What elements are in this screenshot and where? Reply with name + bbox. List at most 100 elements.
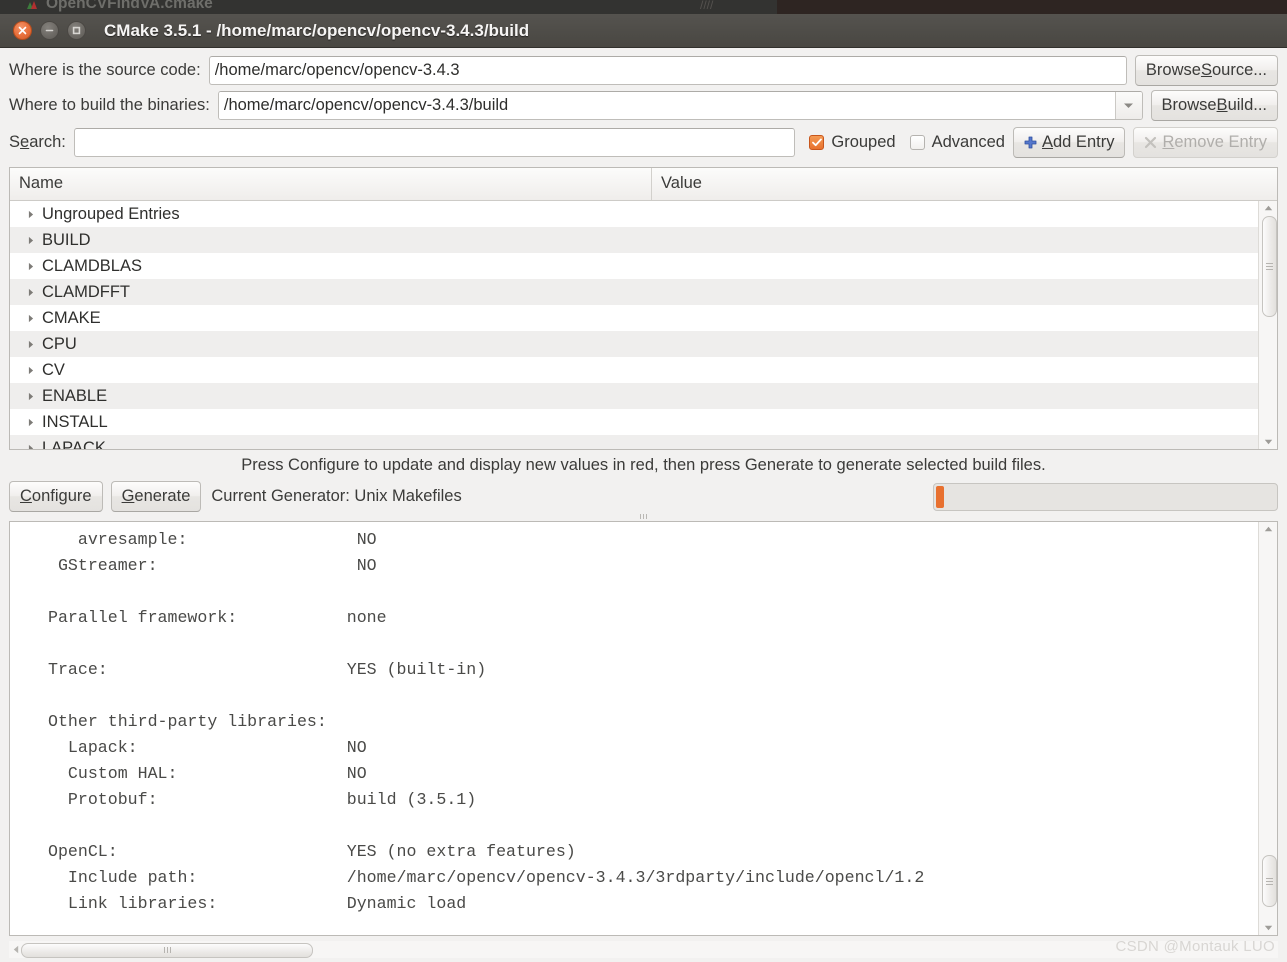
progress-bar-fill <box>936 485 944 508</box>
table-row[interactable]: CLAMDBLAS <box>10 253 1277 279</box>
generate-label: enerate <box>134 487 191 505</box>
remove-entry-mnemonic: R <box>1162 132 1175 151</box>
remove-entry-button[interactable]: Remove Entry <box>1133 126 1278 158</box>
background-window-title: OpenCVFindVA.cmake <box>46 0 213 12</box>
chevron-down-icon[interactable] <box>1114 92 1142 119</box>
grip-dots-icon <box>640 514 647 519</box>
table-row[interactable]: BUILD <box>10 227 1277 253</box>
log-vertical-scrollbar[interactable] <box>1258 522 1277 935</box>
expand-triangle-icon[interactable] <box>28 418 34 427</box>
background-window-right-panel <box>777 0 1287 14</box>
configure-mnemonic: C <box>20 487 32 505</box>
scroll-down-icon[interactable] <box>1259 435 1277 449</box>
scroll-up-icon[interactable] <box>1259 201 1277 215</box>
advanced-checkbox[interactable]: Advanced <box>909 132 1005 152</box>
log-scroll-down-icon[interactable] <box>1259 921 1277 935</box>
search-row: Search: Grouped Advanced A dd Entry R em… <box>9 125 1278 159</box>
watermark-text: CSDN @Montauk LUO <box>1115 938 1275 955</box>
table-body[interactable]: Ungrouped Entries BUILD CLAMDBLAS CLAMDFFT C… <box>10 201 1277 449</box>
table-row-name: ENABLE <box>42 386 108 405</box>
table-row-name: LAPACK <box>42 438 106 450</box>
column-header-name[interactable]: Name <box>10 168 652 200</box>
status-bar: CSDN @Montauk LUO <box>0 936 1287 962</box>
build-label: Where to build the binaries: <box>9 96 210 114</box>
table-row[interactable]: CV <box>10 357 1277 383</box>
close-icon[interactable] <box>13 21 32 40</box>
table-row[interactable]: CPU <box>10 331 1277 357</box>
x-icon <box>1144 136 1157 149</box>
search-label: Search: <box>9 132 66 151</box>
browse-source-label-post: ource... <box>1211 61 1267 79</box>
table-header: Name Value <box>10 168 1277 201</box>
expand-triangle-icon[interactable] <box>28 340 34 349</box>
output-log-text[interactable]: avresample: NO GStreamer: NO Parallel fr… <box>10 522 1257 935</box>
table-row-name: CLAMDBLAS <box>42 256 142 275</box>
generate-mnemonic: G <box>121 487 135 505</box>
tree-vertical-scrollbar[interactable] <box>1258 201 1277 449</box>
expand-triangle-icon[interactable] <box>28 366 34 375</box>
splitter-handle[interactable] <box>0 512 1287 521</box>
table-row[interactable]: Ungrouped Entries <box>10 201 1277 227</box>
remove-entry-label-post: emove Entry <box>1174 132 1267 151</box>
action-row: Configure Generate Current Generator: Un… <box>0 475 1287 512</box>
browse-build-button[interactable]: Browse Build... <box>1150 90 1278 121</box>
tree-scroll-thumb[interactable] <box>1262 216 1277 317</box>
cmake-main-window: CMake 3.5.1 - /home/marc/opencv/opencv-3… <box>0 14 1287 962</box>
window-titlebar: CMake 3.5.1 - /home/marc/opencv/opencv-3… <box>0 14 1287 48</box>
opencv-logo-icon <box>24 0 40 11</box>
browse-build-label-post: uild... <box>1227 96 1267 114</box>
expand-triangle-icon[interactable] <box>28 444 34 449</box>
add-entry-mnemonic: A <box>1041 132 1053 151</box>
browse-source-label-pre: Browse <box>1145 61 1201 79</box>
table-row-name: Ungrouped Entries <box>42 204 180 223</box>
build-path-input[interactable] <box>218 92 1115 119</box>
hscroll-thumb[interactable] <box>21 942 313 958</box>
add-entry-button[interactable]: Add Entry <box>1012 126 1126 158</box>
progress-bar <box>933 482 1278 511</box>
cache-variable-table: Name Value Ungrouped Entries BUILD CLAMDBL… <box>9 167 1278 450</box>
plus-icon <box>1024 136 1037 149</box>
path-form-area: Where is the source code: Browse Source.… <box>0 48 1287 163</box>
expand-triangle-icon[interactable] <box>28 262 34 271</box>
expand-triangle-icon[interactable] <box>28 314 34 323</box>
table-row[interactable]: ENABLE <box>10 383 1277 409</box>
column-header-value[interactable]: Value <box>652 168 1277 200</box>
advanced-label: Advanced <box>931 132 1005 151</box>
expand-triangle-icon[interactable] <box>28 392 34 401</box>
table-row-name: CPU <box>42 334 77 353</box>
maximize-icon[interactable] <box>67 21 86 40</box>
build-path-combobox[interactable] <box>217 91 1143 120</box>
grip-icon <box>1266 263 1273 270</box>
log-scroll-thumb[interactable] <box>1262 855 1277 907</box>
configure-button[interactable]: Configure <box>9 481 103 512</box>
checkbox-unchecked-icon[interactable] <box>909 134 925 150</box>
table-row[interactable]: LAPACK <box>10 435 1277 449</box>
log-horizontal-scrollbar[interactable] <box>9 940 1278 958</box>
hint-area: Press Configure to update and display ne… <box>0 450 1287 475</box>
grouped-checkbox[interactable]: Grouped <box>809 132 896 152</box>
table-row-name: CMAKE <box>42 308 101 327</box>
log-scroll-up-icon[interactable] <box>1259 522 1277 536</box>
expand-triangle-icon[interactable] <box>28 210 34 219</box>
table-row-name: INSTALL <box>42 412 108 431</box>
grouped-label: Grouped <box>831 132 896 151</box>
source-path-input[interactable] <box>208 56 1127 85</box>
browse-source-mnemonic: S <box>1200 61 1212 79</box>
table-row[interactable]: CLAMDFFT <box>10 279 1277 305</box>
generate-button[interactable]: Generate <box>110 481 202 512</box>
grip-icon <box>163 947 171 953</box>
add-entry-label-post: dd Entry <box>1053 132 1115 151</box>
source-label: Where is the source code: <box>9 61 201 79</box>
table-row[interactable]: CMAKE <box>10 305 1277 331</box>
browse-source-button[interactable]: Browse Source... <box>1134 55 1278 86</box>
table-row[interactable]: INSTALL <box>10 409 1277 435</box>
output-log-panel: avresample: NO GStreamer: NO Parallel fr… <box>9 521 1278 936</box>
table-row-name: CV <box>42 360 65 379</box>
expand-triangle-icon[interactable] <box>28 236 34 245</box>
table-row-name: BUILD <box>42 230 91 249</box>
checkbox-checked-icon[interactable] <box>809 134 825 150</box>
search-input[interactable] <box>73 127 796 157</box>
hint-text: Press Configure to update and display ne… <box>241 456 1046 474</box>
minimize-icon[interactable] <box>40 21 59 40</box>
expand-triangle-icon[interactable] <box>28 288 34 297</box>
